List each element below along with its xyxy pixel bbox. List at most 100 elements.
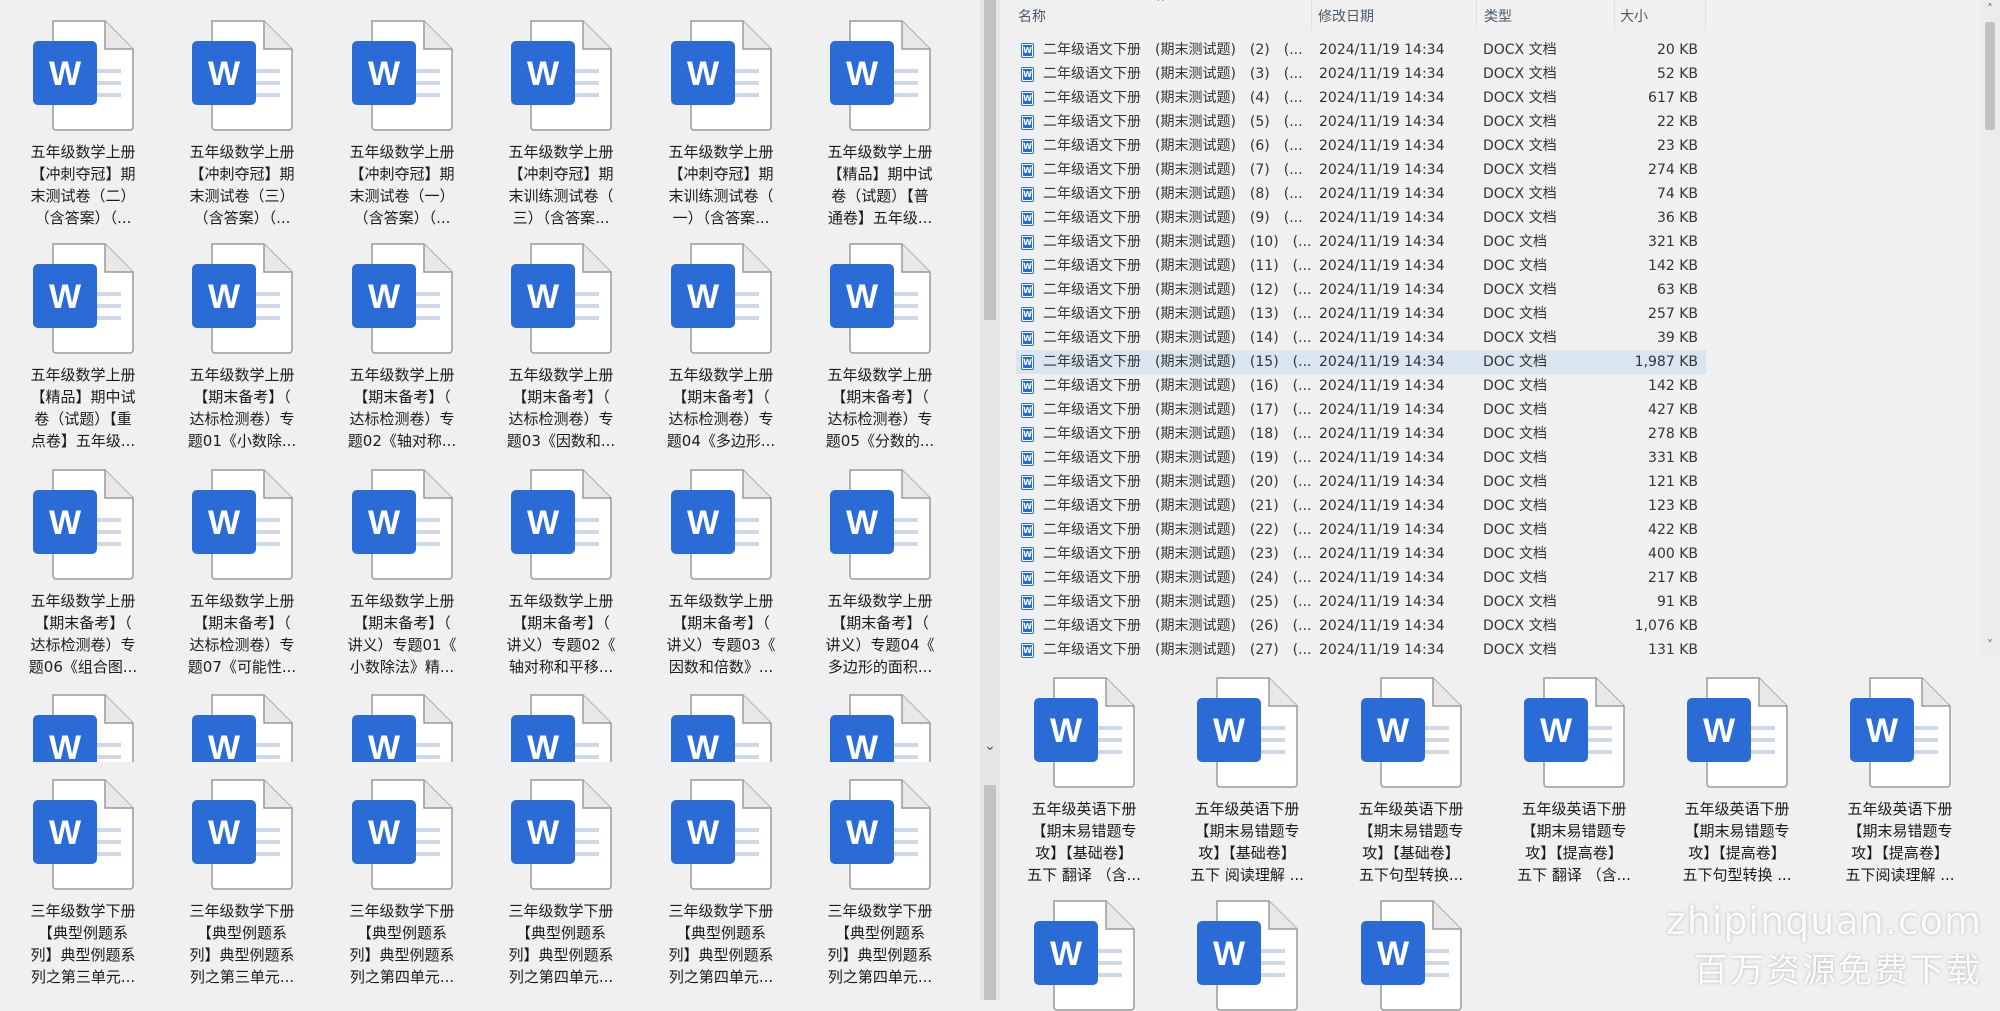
file-item[interactable]: W 五年级数学上册 【冲刺夺冠】期 末测试卷（二） （含答案）（... xyxy=(8,19,158,229)
file-name-label: 五年级数学上册 【期末备考】（ 达标检测卷）专 题04《多边形... xyxy=(646,364,796,452)
column-header-size[interactable]: 大小 xyxy=(1620,6,1648,26)
word-document-icon: W xyxy=(671,469,772,580)
scroll-thumb[interactable] xyxy=(984,785,996,1000)
file-item[interactable]: W xyxy=(646,693,796,762)
file-size: 1,076 KB xyxy=(1634,618,1698,634)
file-row[interactable]: 二年级语文下册 (期末测试题) (14) (... 2024/11/19 14:3… xyxy=(1016,326,1706,350)
file-item[interactable]: W xyxy=(1336,899,1486,1011)
file-name-line: 五年级数学上册 xyxy=(827,143,933,161)
file-item[interactable]: W 三年级数学下册 【典型例题系 列】典型例题系 列之第四单元... xyxy=(486,778,636,988)
file-row[interactable]: 二年级语文下册 (期末测试题) (25) (... 2024/11/19 14:3… xyxy=(1016,590,1706,614)
file-item[interactable]: W 五年级数学上册 【期末备考】（ 达标检测卷）专 题02《轴对称... xyxy=(327,242,477,452)
file-item[interactable]: W 五年级数学上册 【期末备考】（ 讲义）专题04《 多边形的面积... xyxy=(805,468,955,678)
file-row[interactable]: 二年级语文下册 (期末测试题) (4) (... 2024/11/19 14:34… xyxy=(1016,86,1706,110)
scroll-thumb[interactable] xyxy=(1985,22,1995,130)
file-item[interactable]: W 三年级数学下册 【典型例题系 列】典型例题系 列之第三单元... xyxy=(8,778,158,988)
file-item[interactable]: W 五年级数学上册 【冲刺夺冠】期 末测试卷（一） （含答案）（... xyxy=(327,19,477,229)
file-item[interactable]: W 五年级数学上册 【冲刺夺冠】期 末训练测试卷（ 三）（含答案... xyxy=(486,19,636,229)
file-row[interactable]: 二年级语文下册 (期末测试题) (17) (... 2024/11/19 14:3… xyxy=(1016,398,1706,422)
scroll-down-arrow-icon[interactable]: ⌄ xyxy=(980,738,1000,754)
file-item[interactable]: W 五年级数学上册 【期末备考】（ 达标检测卷）专 题04《多边形... xyxy=(646,242,796,452)
file-item[interactable]: W 五年级数学上册 【期末备考】（ 达标检测卷）专 题06《组合图... xyxy=(8,468,158,678)
scroll-down-arrow-icon[interactable]: ˅ xyxy=(1980,638,2000,652)
file-row[interactable]: 二年级语文下册 (期末测试题) (19) (... 2024/11/19 14:3… xyxy=(1016,446,1706,470)
word-file-icon xyxy=(1021,571,1034,586)
file-item[interactable]: W 五年级数学上册 【期末备考】（ 达标检测卷）专 题07《可能性... xyxy=(167,468,317,678)
file-size: 617 KB xyxy=(1648,90,1698,106)
details-scrollbar[interactable]: ˄ ˅ xyxy=(1980,0,2000,657)
file-item[interactable]: W 五年级英语下册 【期末易错题专 攻】【基础卷】 五下 翻译 （含... xyxy=(1009,676,1159,886)
file-row[interactable]: 二年级语文下册 (期末测试题) (20) (... 2024/11/19 14:3… xyxy=(1016,470,1706,494)
file-item[interactable]: W xyxy=(486,693,636,762)
file-row[interactable]: 二年级语文下册 (期末测试题) (3) (... 2024/11/19 14:34… xyxy=(1016,62,1706,86)
file-item[interactable]: W 三年级数学下册 【典型例题系 列】典型例题系 列之第四单元... xyxy=(805,778,955,988)
file-name-line: 卷（试题）【重 xyxy=(34,410,132,428)
file-name-label: 五年级数学上册 【冲刺夺冠】期 末测试卷（一） （含答案）（... xyxy=(327,141,477,229)
file-item[interactable]: W 五年级英语下册 【期末易错题专 攻】【提高卷】 五下阅读理解 ... xyxy=(1825,676,1975,886)
file-name-line: 末测试卷（二） xyxy=(30,187,136,205)
file-name-line: 【冲刺夺冠】期 xyxy=(30,165,136,183)
file-item[interactable]: W 五年级英语下册 【期末易错题专 攻】【提高卷】 五下句型转换 ... xyxy=(1662,676,1812,886)
file-item[interactable]: W 五年级数学上册 【期末备考】（ 达标检测卷）专 题03《因数和... xyxy=(486,242,636,452)
file-row[interactable]: 二年级语文下册 (期末测试题) (8) (... 2024/11/19 14:34… xyxy=(1016,182,1706,206)
file-name-label: 五年级英语下册 【期末易错题专 攻】【提高卷】 五下 翻译 （含... xyxy=(1499,798,1649,886)
file-item[interactable]: W 五年级数学上册 【冲刺夺冠】期 末训练测试卷（ 一）（含答案... xyxy=(646,19,796,229)
file-item[interactable]: W 五年级数学上册 【期末备考】（ 达标检测卷）专 题01《小数除... xyxy=(167,242,317,452)
file-row[interactable]: 二年级语文下册 (期末测试题) (12) (... 2024/11/19 14:3… xyxy=(1016,278,1706,302)
file-item[interactable]: W 五年级数学上册 【期末备考】（ 达标检测卷）专 题05《分数的... xyxy=(805,242,955,452)
column-header-date[interactable]: 修改日期 xyxy=(1318,6,1374,26)
file-name-line: 末测试卷（一） xyxy=(349,187,455,205)
file-row[interactable]: 二年级语文下册 (期末测试题) (13) (... 2024/11/19 14:3… xyxy=(1016,302,1706,326)
file-item[interactable]: W 三年级数学下册 【典型例题系 列】典型例题系 列之第四单元... xyxy=(327,778,477,988)
file-row[interactable]: 二年级语文下册 (期末测试题) (18) (... 2024/11/19 14:3… xyxy=(1016,422,1706,446)
left-scrollbar[interactable]: ⌄ xyxy=(980,0,1000,1000)
file-item[interactable]: W 五年级英语下册 【期末易错题专 攻】【基础卷】 五下 阅读理解 ... xyxy=(1172,676,1322,886)
file-name-label: 三年级数学下册 【典型例题系 列】典型例题系 列之第四单元... xyxy=(327,900,477,988)
file-row[interactable]: 二年级语文下册 (期末测试题) (27) (... 2024/11/19 14:3… xyxy=(1016,638,1706,662)
file-row[interactable]: 二年级语文下册 (期末测试题) (6) (... 2024/11/19 14:34… xyxy=(1016,134,1706,158)
file-row[interactable]: 二年级语文下册 (期末测试题) (16) (... 2024/11/19 14:3… xyxy=(1016,374,1706,398)
file-row[interactable]: 二年级语文下册 (期末测试题) (26) (... 2024/11/19 14:3… xyxy=(1016,614,1706,638)
word-file-icon xyxy=(1021,499,1034,514)
file-row[interactable]: 二年级语文下册 (期末测试题) (5) (... 2024/11/19 14:34… xyxy=(1016,110,1706,134)
file-row[interactable]: 二年级语文下册 (期末测试题) (15) (... 2024/11/19 14:3… xyxy=(1016,350,1706,374)
file-item[interactable]: W 五年级数学上册 【期末备考】（ 讲义）专题03《 因数和倍数》... xyxy=(646,468,796,678)
column-header-type[interactable]: 类型 xyxy=(1484,6,1512,26)
file-item[interactable]: W xyxy=(167,693,317,762)
file-item[interactable]: W xyxy=(1009,899,1159,1011)
file-item[interactable]: W 五年级英语下册 【期末易错题专 攻】【基础卷】 五下句型转换... xyxy=(1336,676,1486,886)
file-size: 274 KB xyxy=(1648,162,1698,178)
file-item[interactable]: W 五年级数学上册 【冲刺夺冠】期 末测试卷（三） （含答案）（... xyxy=(167,19,317,229)
file-item[interactable]: W xyxy=(805,693,955,762)
file-row[interactable]: 二年级语文下册 (期末测试题) (2) (... 2024/11/19 14:34… xyxy=(1016,38,1706,62)
file-item[interactable]: W xyxy=(327,693,477,762)
file-name-label: 五年级数学上册 【冲刺夺冠】期 末训练测试卷（ 一）（含答案... xyxy=(646,141,796,229)
column-header-name[interactable]: 名称 xyxy=(1018,6,1046,26)
file-item[interactable]: W 五年级数学上册 【精品】期中试 卷（试题）【重 点卷】五年级... xyxy=(8,242,158,452)
file-name-line: 五年级数学上册 xyxy=(349,143,455,161)
file-row[interactable]: 二年级语文下册 (期末测试题) (22) (... 2024/11/19 14:3… xyxy=(1016,518,1706,542)
file-item[interactable]: W 五年级数学上册 【精品】期中试 卷（试题）【普 通卷】五年级... xyxy=(805,19,955,229)
file-row[interactable]: 二年级语文下册 (期末测试题) (7) (... 2024/11/19 14:34… xyxy=(1016,158,1706,182)
file-item[interactable]: W 三年级数学下册 【典型例题系 列】典型例题系 列之第四单元... xyxy=(646,778,796,988)
file-name-line: 列】典型例题系 xyxy=(189,946,295,964)
file-item[interactable]: W 三年级数学下册 【典型例题系 列】典型例题系 列之第三单元... xyxy=(167,778,317,988)
file-row[interactable]: 二年级语文下册 (期末测试题) (10) (... 2024/11/19 14:3… xyxy=(1016,230,1706,254)
file-row[interactable]: 二年级语文下册 (期末测试题) (21) (... 2024/11/19 14:3… xyxy=(1016,494,1706,518)
file-row[interactable]: 二年级语文下册 (期末测试题) (23) (... 2024/11/19 14:3… xyxy=(1016,542,1706,566)
file-row[interactable]: 二年级语文下册 (期末测试题) (11) (... 2024/11/19 14:3… xyxy=(1016,254,1706,278)
scroll-up-arrow-icon[interactable]: ˄ xyxy=(1980,2,2000,16)
file-item[interactable]: W xyxy=(8,693,158,762)
file-item[interactable]: W 五年级英语下册 【期末易错题专 攻】【提高卷】 五下 翻译 （含... xyxy=(1499,676,1649,886)
file-name-line: 列之第四单元... xyxy=(349,968,455,986)
file-row[interactable]: 二年级语文下册 (期末测试题) (9) (... 2024/11/19 14:34… xyxy=(1016,206,1706,230)
file-name: 二年级语文下册 (期末测试题) (20) (... xyxy=(1043,474,1312,490)
file-item[interactable]: W 五年级数学上册 【期末备考】（ 讲义）专题01《 小数除法》精... xyxy=(327,468,477,678)
file-name-label: 五年级英语下册 【期末易错题专 攻】【基础卷】 五下 阅读理解 ... xyxy=(1172,798,1322,886)
file-item[interactable]: W 五年级数学上册 【期末备考】（ 讲义）专题02《 轴对称和平移... xyxy=(486,468,636,678)
file-name-line: 【期末易错题专 xyxy=(1358,822,1464,840)
file-item[interactable]: W xyxy=(1172,899,1322,1011)
file-name: 二年级语文下册 (期末测试题) (7) (... xyxy=(1043,162,1303,178)
scroll-thumb[interactable] xyxy=(984,0,996,320)
file-row[interactable]: 二年级语文下册 (期末测试题) (24) (... 2024/11/19 14:3… xyxy=(1016,566,1706,590)
